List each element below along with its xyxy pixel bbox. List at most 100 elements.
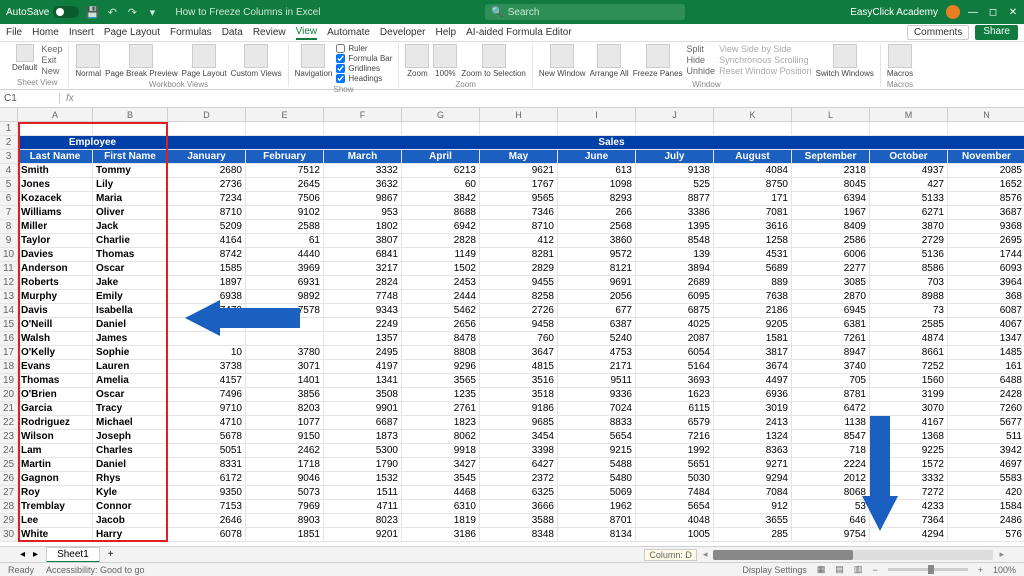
macros-button[interactable]: Macros: [887, 44, 913, 78]
table-row[interactable]: 12 Roberts Jake 189769312824245394559691…: [0, 276, 1024, 290]
table-row[interactable]: 14 Davis Isabella 7472757893435462272667…: [0, 304, 1024, 318]
col-header[interactable]: K: [714, 108, 792, 121]
table-row[interactable]: 6 Kozacek Maria 723475069867384295658293…: [0, 192, 1024, 206]
scroll-left-icon[interactable]: ◂: [703, 549, 708, 560]
col-header[interactable]: A: [18, 108, 93, 121]
view-break-icon[interactable]: ▥: [854, 564, 863, 575]
col-header[interactable]: G: [402, 108, 480, 121]
tab-ai[interactable]: AI-aided Formula Editor: [466, 27, 572, 38]
zoom-button[interactable]: Zoom: [405, 44, 429, 78]
ribbon-group-workbook-views: Normal Page Break Preview Page Layout Cu…: [69, 44, 288, 87]
col-header[interactable]: F: [324, 108, 402, 121]
tab-page-layout[interactable]: Page Layout: [104, 27, 160, 38]
tab-developer[interactable]: Developer: [380, 27, 426, 38]
tab-review[interactable]: Review: [253, 27, 286, 38]
switch-windows-button[interactable]: Switch Windows: [816, 44, 874, 78]
col-header[interactable]: D: [168, 108, 246, 121]
share-button[interactable]: Share: [975, 25, 1018, 40]
select-all-corner[interactable]: [0, 108, 18, 121]
col-header[interactable]: M: [870, 108, 948, 121]
account-avatar[interactable]: [946, 5, 960, 19]
table-row[interactable]: 10 Davies Thomas 87424440684111498281957…: [0, 248, 1024, 262]
tab-help[interactable]: Help: [436, 27, 457, 38]
zoom-level[interactable]: 100%: [993, 565, 1016, 575]
col-header[interactable]: N: [948, 108, 1024, 121]
new-sheet-icon[interactable]: +: [108, 549, 114, 560]
tab-file[interactable]: File: [6, 27, 22, 38]
sheet-tabs: ◂ ▸ Sheet1 + Column: D ◂ ▸: [0, 546, 1024, 562]
menubar: File Home Insert Page Layout Formulas Da…: [0, 24, 1024, 42]
search-input[interactable]: 🔍 Search: [485, 4, 685, 20]
normal-view-button[interactable]: Normal: [75, 44, 101, 78]
status-accessibility[interactable]: Accessibility: Good to go: [46, 565, 145, 575]
table-row[interactable]: 5 Jones Lily 273626453632601767109852587…: [0, 178, 1024, 192]
col-header[interactable]: J: [636, 108, 714, 121]
table-row[interactable]: 7 Williams Oliver 8710910295386887346266…: [0, 206, 1024, 220]
freeze-panes-button[interactable]: Freeze Panes: [633, 44, 683, 78]
search-icon: 🔍: [491, 7, 503, 18]
arrange-all-button[interactable]: Arrange All: [590, 44, 629, 78]
save-icon[interactable]: 💾: [85, 5, 99, 19]
display-settings-button[interactable]: Display Settings: [742, 565, 807, 575]
page-layout-button[interactable]: Page Layout: [182, 44, 227, 78]
table-row[interactable]: 19 Thomas Amelia 41571401134135653516951…: [0, 374, 1024, 388]
close-icon[interactable]: ✕: [1008, 7, 1018, 18]
sheet-tab-1[interactable]: Sheet1: [46, 547, 100, 563]
tab-insert[interactable]: Insert: [69, 27, 94, 38]
table-row[interactable]: 4 Smith Tommy 26807512333262139621613913…: [0, 164, 1024, 178]
formula-bar: C1 fx: [0, 90, 1024, 108]
ribbon-group-window: New Window Arrange All Freeze Panes Spli…: [533, 44, 881, 87]
table-row[interactable]: 20 O'Brien Oscar 74963856350812353518933…: [0, 388, 1024, 402]
name-box[interactable]: C1: [0, 93, 60, 104]
table-row[interactable]: 13 Murphy Emily 693898927748244482582056…: [0, 290, 1024, 304]
tab-formulas[interactable]: Formulas: [170, 27, 212, 38]
zoom-out-icon[interactable]: −: [872, 565, 877, 575]
sheet-nav-next-icon[interactable]: ▸: [33, 549, 38, 560]
table-row[interactable]: 11 Anderson Oscar 1585396932171502282981…: [0, 262, 1024, 276]
undo-icon[interactable]: ↶: [105, 5, 119, 19]
col-header[interactable]: I: [558, 108, 636, 121]
tab-view[interactable]: View: [296, 26, 318, 40]
scroll-right-icon[interactable]: ▸: [999, 549, 1004, 560]
comments-button[interactable]: Comments: [907, 25, 969, 40]
view-normal-icon[interactable]: ▦: [817, 564, 826, 575]
new-window-button[interactable]: New Window: [539, 44, 586, 78]
col-header[interactable]: L: [792, 108, 870, 121]
table-row[interactable]: 17 O'Kelly Sophie 1037802495880836474753…: [0, 346, 1024, 360]
view-page-icon[interactable]: ▤: [835, 564, 844, 575]
tab-home[interactable]: Home: [32, 27, 59, 38]
tab-data[interactable]: Data: [222, 27, 243, 38]
ribbon: Default Keep Exit New Sheet View Normal …: [0, 42, 1024, 90]
zoom-100-button[interactable]: 100%: [433, 44, 457, 78]
redo-icon[interactable]: ↷: [125, 5, 139, 19]
zoom-slider[interactable]: [888, 568, 968, 571]
account-name[interactable]: EasyClick Academy: [850, 7, 938, 18]
col-header[interactable]: E: [246, 108, 324, 121]
tab-automate[interactable]: Automate: [327, 27, 370, 38]
arrow-down-icon: [862, 496, 898, 531]
navigation-button[interactable]: Navigation: [295, 44, 333, 78]
table-row[interactable]: 16 Walsh James 1357847876052402087158172…: [0, 332, 1024, 346]
table-row[interactable]: 18 Evans Lauren 373830714197929648152171…: [0, 360, 1024, 374]
autosave-toggle[interactable]: AutoSave: [6, 6, 79, 18]
page-break-button[interactable]: Page Break Preview: [105, 44, 177, 78]
table-row[interactable]: 9 Taylor Charlie 41646138072828412386085…: [0, 234, 1024, 248]
qat-dropdown-icon[interactable]: ▾: [145, 5, 159, 19]
table-row[interactable]: 15 O'Neill Daniel 2249265694586387402592…: [0, 318, 1024, 332]
ribbon-group-zoom: Zoom 100% Zoom to Selection Zoom: [399, 44, 532, 87]
col-header[interactable]: B: [93, 108, 168, 121]
zoom-selection-button[interactable]: Zoom to Selection: [461, 44, 525, 78]
ribbon-group-sheetview: Default Keep Exit New Sheet View: [6, 44, 69, 87]
titlebar: AutoSave 💾 ↶ ↷ ▾ How to Freeze Columns i…: [0, 0, 1024, 24]
sheet-nav-prev-icon[interactable]: ◂: [20, 549, 25, 560]
maximize-icon[interactable]: ◻: [988, 7, 998, 18]
col-header[interactable]: H: [480, 108, 558, 121]
minimize-icon[interactable]: —: [968, 7, 978, 18]
custom-views-button[interactable]: Custom Views: [231, 44, 282, 78]
table-row[interactable]: 8 Miller Jack 52092588180269428710256813…: [0, 220, 1024, 234]
zoom-in-icon[interactable]: +: [978, 565, 983, 575]
horizontal-scrollbar[interactable]: [713, 550, 993, 560]
spreadsheet-grid[interactable]: ABDEFGHIJKLMN 1 2 Employee Sales 3 Last …: [0, 108, 1024, 542]
table-row[interactable]: 21 Garcia Tracy 971082039901276191867024…: [0, 402, 1024, 416]
fx-icon[interactable]: fx: [60, 93, 80, 104]
